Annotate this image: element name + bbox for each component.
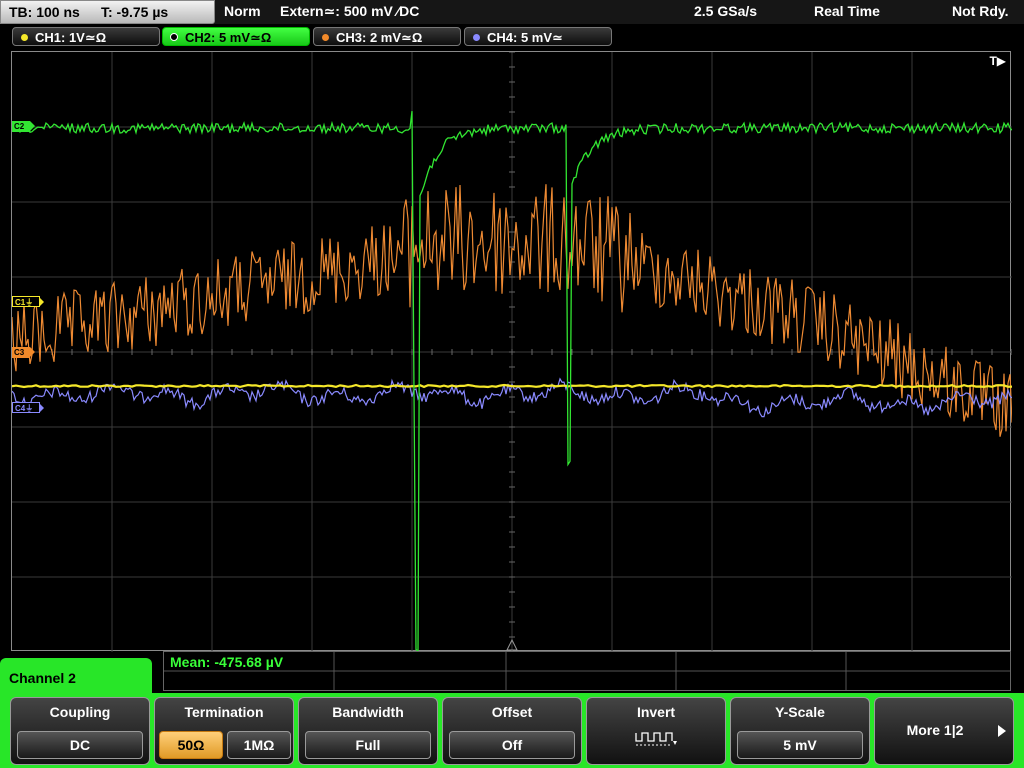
tab-ch1[interactable]: CH1: 1V≃Ω — [12, 27, 160, 46]
tab-ch2-label: CH2: 5 mV≃Ω — [185, 30, 272, 45]
ch2-dot-icon — [170, 33, 178, 41]
ch3-offset-marker[interactable]: C3 — [12, 347, 36, 358]
invert-softkey[interactable]: Invert — [586, 697, 726, 765]
more-label: More 1|2 — [906, 722, 964, 738]
tab-ch4-label: CH4: 5 mV≃ — [487, 30, 563, 45]
coupling-value[interactable]: DC — [17, 731, 143, 759]
ch1-dot-icon — [21, 34, 28, 41]
invert-title: Invert — [636, 704, 676, 720]
tab-ch3[interactable]: CH3: 2 mV≃Ω — [313, 27, 461, 46]
top-status-bar: TB: 100 ns T: -9.75 µs Norm Extern≃: 500… — [0, 0, 1024, 24]
termination-1mohm-option[interactable]: 1MΩ — [227, 731, 291, 759]
next-page-icon — [998, 725, 1006, 737]
termination-softkey[interactable]: Termination 50Ω 1MΩ — [154, 697, 294, 765]
bandwidth-softkey[interactable]: Bandwidth Full — [298, 697, 438, 765]
termination-50ohm-option[interactable]: 50Ω — [159, 731, 223, 759]
timebase-value: TB: 100 ns — [9, 4, 80, 20]
yscale-value[interactable]: 5 mV — [737, 731, 863, 759]
trigger-source[interactable]: Extern≃: 500 mV ∕DC — [280, 0, 419, 22]
trigger-level-marker[interactable]: T▶ — [989, 54, 1006, 68]
ch2-offset-marker[interactable]: C2 — [12, 121, 36, 132]
trigger-mode[interactable]: Norm — [224, 0, 261, 22]
coupling-softkey[interactable]: Coupling DC — [10, 697, 150, 765]
offset-value[interactable]: Off — [449, 731, 575, 759]
yscale-title: Y-Scale — [775, 704, 825, 720]
ch1-offset-marker[interactable]: C1⏚ — [12, 296, 45, 307]
tab-ch1-label: CH1: 1V≃Ω — [35, 30, 107, 45]
tab-ch4[interactable]: CH4: 5 mV≃ — [464, 27, 612, 46]
mean-measurement: Mean: -475.68 µV — [170, 654, 284, 670]
bandwidth-title: Bandwidth — [332, 704, 404, 720]
ch4-dot-icon — [473, 34, 480, 41]
bandwidth-value[interactable]: Full — [305, 731, 431, 759]
acquisition-status: Not Rdy. — [952, 3, 1009, 19]
offset-softkey[interactable]: Offset Off — [442, 697, 582, 765]
yscale-softkey[interactable]: Y-Scale 5 mV — [730, 697, 870, 765]
coupling-title: Coupling — [49, 704, 111, 720]
timebase-box[interactable]: TB: 100 ns T: -9.75 µs — [0, 0, 215, 24]
more-softkey[interactable]: More 1|2 — [874, 697, 1014, 765]
termination-title: Termination — [184, 704, 264, 720]
tab-ch2[interactable]: CH2: 5 mV≃Ω — [162, 27, 310, 46]
ch4-offset-marker[interactable]: C4⏚ — [12, 402, 45, 413]
measurement-panel: Mean: -475.68 µV — [163, 651, 1011, 691]
ch3-dot-icon — [322, 34, 329, 41]
graticule — [12, 52, 1012, 652]
sample-rate: 2.5 GSa/s — [694, 3, 758, 19]
panel-title: Channel 2 — [0, 658, 152, 698]
offset-title: Offset — [491, 704, 533, 720]
invert-waveform-icon — [635, 732, 677, 746]
ch1-waveform — [12, 383, 1012, 389]
measurement-grid — [164, 652, 1010, 690]
waveform-display[interactable]: T▶ — [11, 51, 1012, 652]
tab-ch3-label: CH3: 2 mV≃Ω — [336, 30, 423, 45]
trigger-time-value: T: -9.75 µs — [101, 4, 169, 20]
acquisition-mode: Real Time — [814, 3, 880, 19]
